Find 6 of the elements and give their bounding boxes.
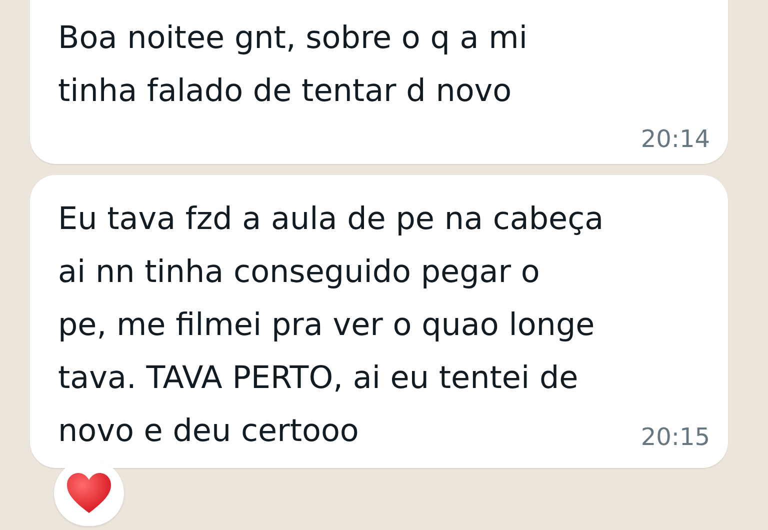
reaction-badge[interactable]: [54, 460, 124, 526]
message-time: 20:15: [640, 422, 710, 452]
message-text: Eu tava fzd a aula de pe na cabeça ai nn tinha conseguido pegar o pe, me filmei pra ver o quao longe tava. TAVA PERTO, ai eu tentei de novo e deu certooo: [58, 200, 604, 451]
message-time: 20:14: [640, 124, 710, 154]
heart-icon: [66, 472, 112, 514]
message-text: Boa noitee gnt, sobre o q a mi tinha falado de tentar d novo: [58, 19, 528, 111]
